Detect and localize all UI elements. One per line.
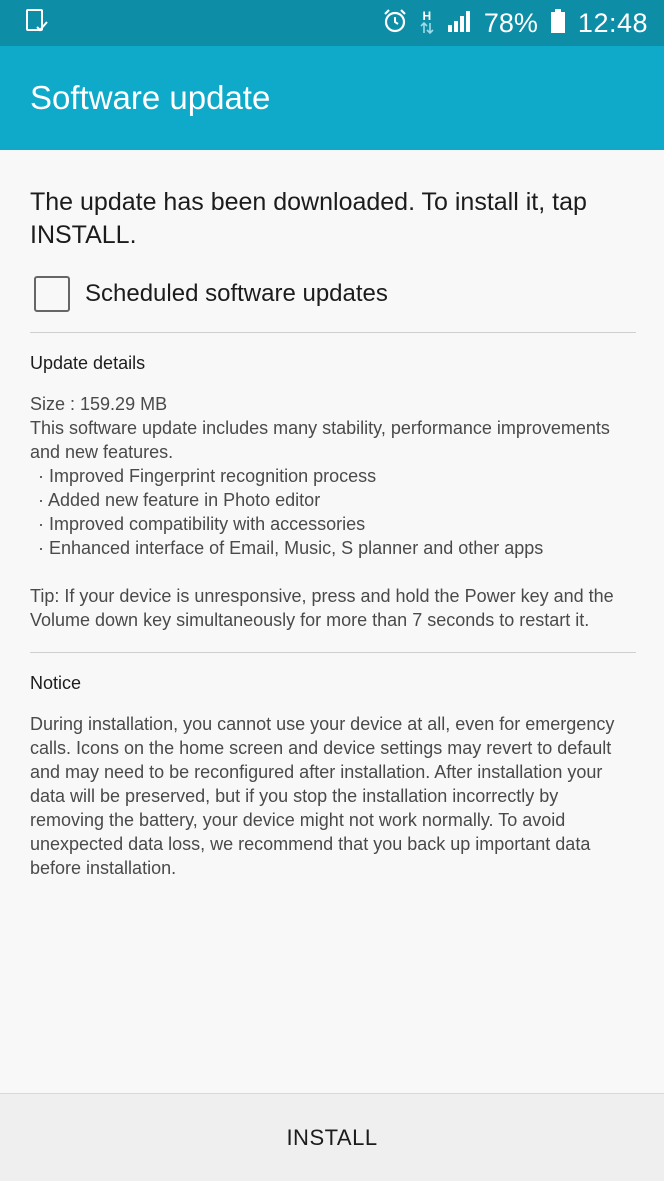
restart-tip: Tip: If your device is unresponsive, pre…: [30, 586, 614, 630]
data-arrows-icon: H: [420, 8, 434, 36]
update-details-title: Update details: [30, 353, 146, 373]
page-title: Software update: [30, 79, 271, 116]
alarm-icon: [382, 8, 408, 39]
update-bullet-item: · Added new feature in Photo editor: [38, 490, 321, 510]
scheduled-updates-checkbox[interactable]: [34, 276, 70, 312]
battery-percent: 78%: [483, 7, 538, 38]
notice-title: Notice: [30, 673, 82, 693]
scheduled-updates-label: Scheduled software updates: [85, 280, 388, 307]
update-size: Size : 159.29 MB: [30, 394, 168, 414]
notice-text: During installation, you cannot use your…: [30, 714, 615, 878]
download-status-message: The update has been downloaded. To insta…: [30, 188, 587, 249]
update-summary: This software update includes many stabi…: [30, 418, 610, 462]
update-bullet-item: · Improved Fingerprint recognition proce…: [38, 466, 377, 486]
signal-icon: [446, 9, 472, 38]
clock: 12:48: [577, 7, 648, 38]
install-button[interactable]: INSTALL: [0, 1094, 664, 1181]
divider: [30, 652, 636, 653]
main-content: The update has been downloaded. To insta…: [30, 150, 636, 880]
screenshot-icon: [24, 8, 50, 39]
divider: [30, 332, 636, 333]
update-bullet-item: · Enhanced interface of Email, Music, S …: [38, 538, 544, 558]
bottom-action-bar: INSTALL: [0, 1093, 664, 1181]
status-bar: H 78% 12:48: [0, 0, 664, 46]
scheduled-updates-option[interactable]: Scheduled software updates: [30, 276, 636, 312]
network-type-label: H: [422, 8, 432, 23]
update-bullet-item: · Improved compatibility with accessorie…: [38, 514, 366, 534]
app-bar: Software update: [0, 46, 664, 150]
battery-icon: [550, 8, 566, 39]
